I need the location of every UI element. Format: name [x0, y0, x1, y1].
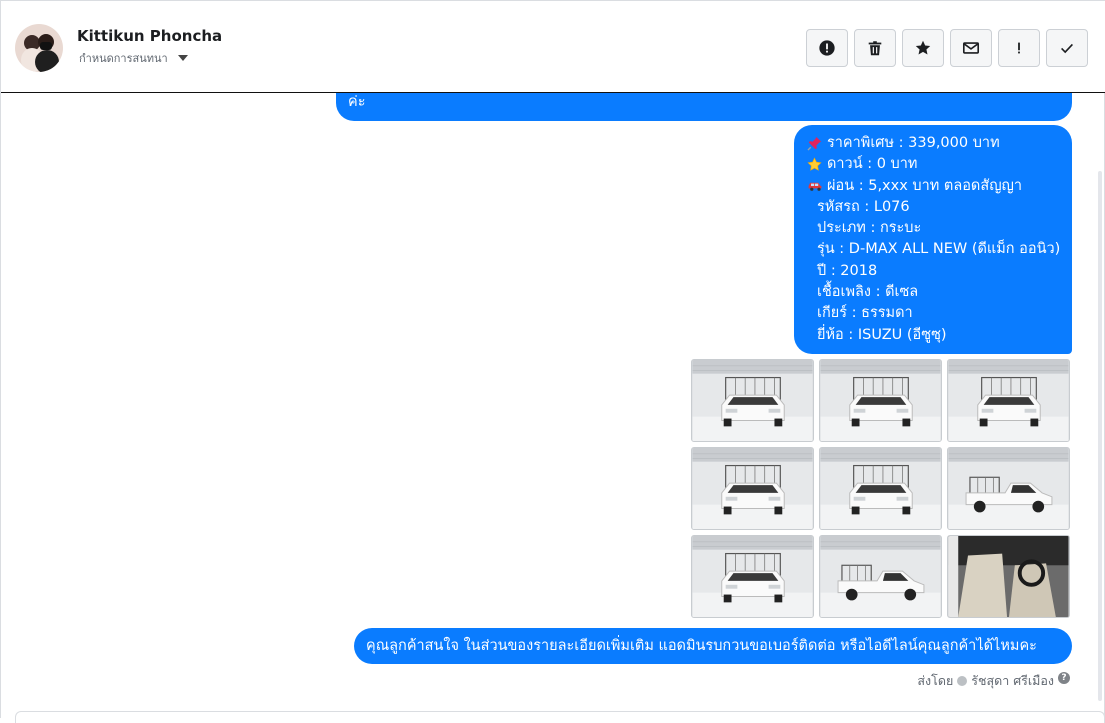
star-emoji-icon	[806, 156, 823, 173]
info-text: ประเภท : กระบะ	[817, 220, 922, 237]
info-line: ปี : 2018	[806, 261, 1060, 282]
header-actions	[806, 29, 1088, 67]
delete-button[interactable]	[854, 29, 896, 67]
info-text: เชื้อเพลิง : ดีเซล	[817, 284, 919, 301]
pushpin-icon	[806, 135, 823, 152]
info-text: รหัสรถ : L076	[817, 198, 910, 215]
car-photo-icon	[820, 536, 941, 617]
conversation-header: Kittikun Phoncha กำหนดการสนทนา	[1, 1, 1105, 93]
car-photo-thumbnail[interactable]	[691, 359, 814, 442]
contact-name[interactable]: Kittikun Phoncha	[77, 27, 222, 45]
star-icon	[915, 40, 931, 55]
info-text: ปี : 2018	[817, 262, 878, 279]
info-text: เกียร์ : ธรรมดา	[817, 305, 913, 322]
car-photo-icon	[948, 360, 1069, 441]
car-photo-thumbnail[interactable]	[819, 447, 942, 530]
info-line: เชื้อเพลิง : ดีเซล	[806, 282, 1060, 303]
composer-edge	[15, 711, 1105, 723]
info-line: ดาวน์ : 0 บาท	[806, 154, 1060, 175]
message-text: ค่ะ	[348, 94, 366, 110]
info-line: ผ่อน : 5,xxx บาท ตลอดสัญญา	[806, 176, 1060, 197]
message-bubble: ค่ะ	[336, 93, 1072, 121]
car-photo-icon	[820, 448, 941, 529]
help-icon[interactable]: ?	[1058, 672, 1070, 684]
car-photo-icon	[692, 360, 813, 441]
car-photo-icon	[948, 448, 1069, 529]
check-icon	[1061, 43, 1073, 54]
car-photo-icon	[820, 360, 941, 441]
car-photo-thumbnail[interactable]	[691, 447, 814, 530]
info-line: ประเภท : กระบะ	[806, 218, 1060, 239]
exclamation-icon	[1018, 42, 1020, 54]
star-button[interactable]	[902, 29, 944, 67]
car-photo-icon	[692, 536, 813, 617]
info-text: ดาวน์ : 0 บาท	[827, 156, 918, 173]
report-button[interactable]	[806, 29, 848, 67]
info-text: ราคาพิเศษ : 339,000 บาท	[827, 135, 1000, 151]
alert-circle-icon	[819, 40, 835, 56]
mark-unread-button[interactable]	[950, 29, 992, 67]
car-photo-thumbnail[interactable]	[947, 535, 1070, 618]
info-line: รุ่น : D-MAX ALL NEW (ดีแม็ก ออนิว)	[806, 239, 1060, 260]
info-line: ยี่ห้อ : ISUZU (อีซูซุ)	[806, 325, 1060, 346]
photo-grid	[691, 359, 1071, 618]
car-photo-icon	[692, 448, 813, 529]
info-text: ผ่อน : 5,xxx บาท ตลอดสัญญา	[827, 177, 1023, 194]
info-line: ราคาพิเศษ : 339,000 บาท	[806, 133, 1060, 154]
sent-by-name[interactable]: รัชสุดา ศรีเมือง	[971, 671, 1054, 691]
message-bubble: คุณลูกค้าสนใจ ในส่วนของรายละเอียดเพิ่มเต…	[354, 628, 1072, 664]
car-photo-thumbnail[interactable]	[947, 447, 1070, 530]
envelope-icon	[962, 42, 980, 54]
scrollbar[interactable]	[1098, 171, 1102, 701]
car-icon	[806, 178, 823, 195]
avatar[interactable]	[15, 24, 63, 72]
avatar-photo-icon	[15, 24, 63, 72]
info-line: รหัสรถ : L076	[806, 197, 1060, 218]
sent-by-info: ส่งโดย รัชสุดา ศรีเมือง	[917, 671, 1054, 691]
verified-icon	[957, 676, 968, 686]
conversation-panel: Kittikun Phoncha กำหนดการสนทนา ค่ะ ราคาพ…	[0, 0, 1105, 723]
chevron-down-icon	[177, 55, 188, 61]
car-photo-thumbnail[interactable]	[819, 359, 942, 442]
mark-done-button[interactable]	[1046, 29, 1088, 67]
car-info-message: ราคาพิเศษ : 339,000 บาท ดาวน์ : 0 บาท ผ่…	[794, 125, 1072, 354]
car-photo-thumbnail[interactable]	[947, 359, 1070, 442]
info-text: ยี่ห้อ : ISUZU (อีซูซุ)	[817, 326, 947, 343]
conversation-schedule-label: กำหนดการสนทนา	[79, 52, 168, 65]
sent-by-label: ส่งโดย	[917, 673, 954, 688]
car-photo-icon	[948, 536, 1069, 617]
conversation-schedule-dropdown[interactable]: กำหนดการสนทนา	[79, 49, 188, 67]
info-line: เกียร์ : ธรรมดา	[806, 303, 1060, 324]
info-text: รุ่น : D-MAX ALL NEW (ดีแม็ก ออนิว)	[817, 241, 1061, 258]
car-photo-thumbnail[interactable]	[691, 535, 814, 618]
message-text: คุณลูกค้าสนใจ ในส่วนของรายละเอียดเพิ่มเต…	[366, 638, 1037, 654]
trash-icon	[868, 41, 882, 56]
follow-up-button[interactable]	[998, 29, 1040, 67]
car-photo-thumbnail[interactable]	[819, 535, 942, 618]
